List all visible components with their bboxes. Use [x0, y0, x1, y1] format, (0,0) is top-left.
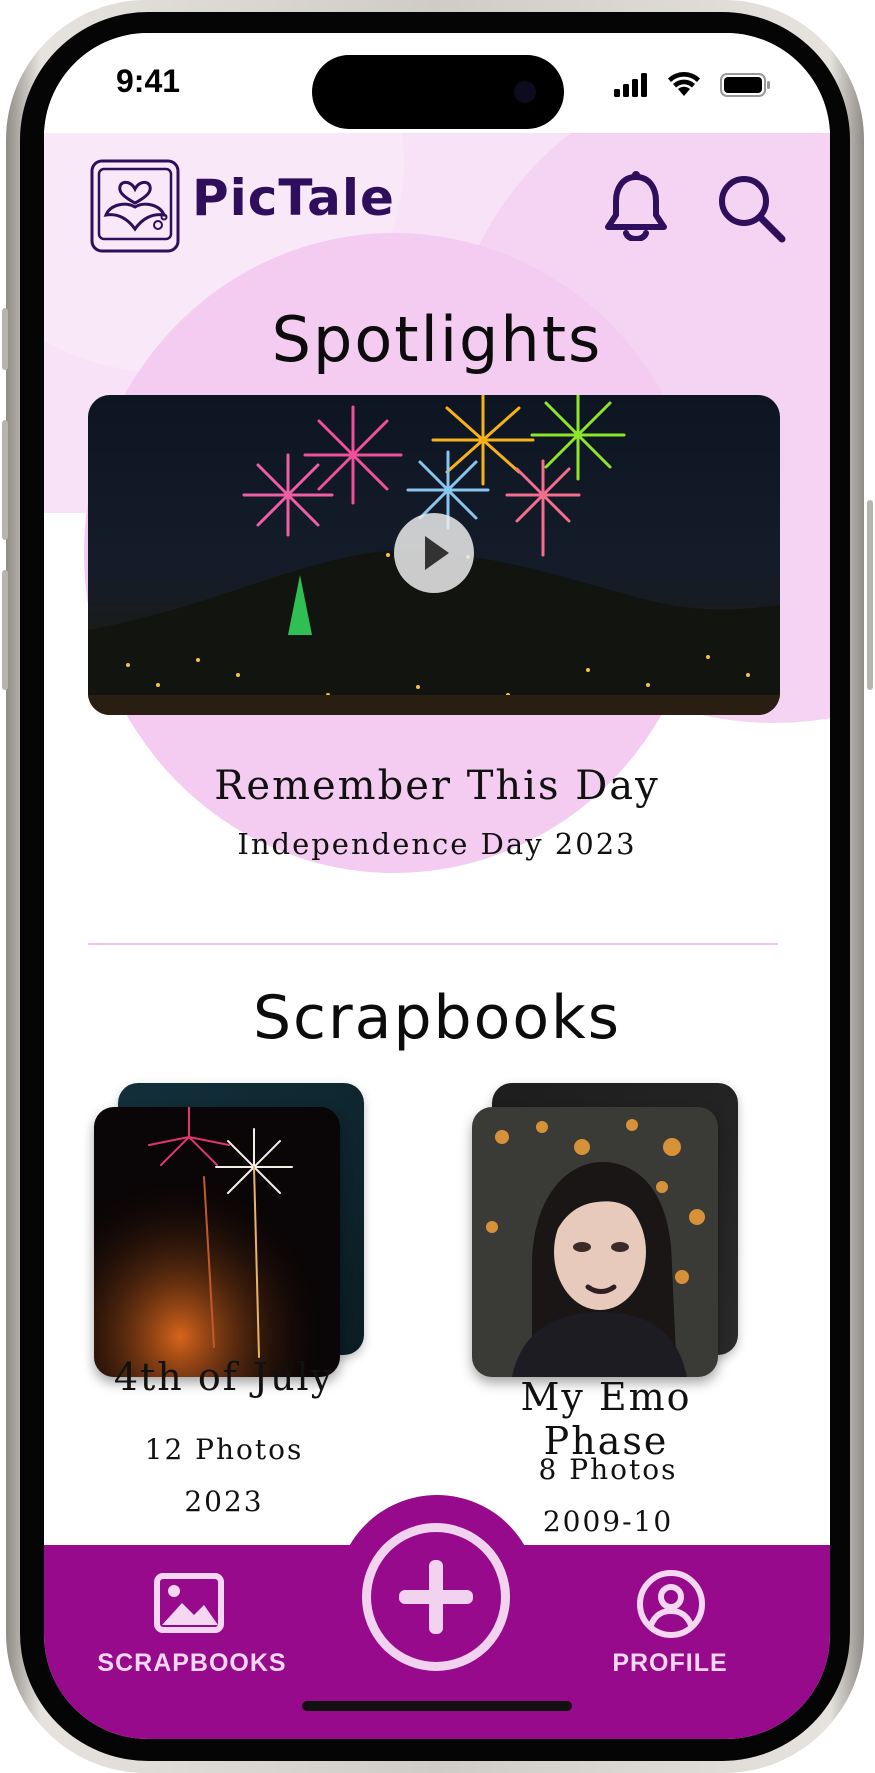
cellular-signal-icon — [614, 73, 647, 97]
scrapbook-year: 2023 — [184, 1485, 264, 1518]
add-icon[interactable] — [362, 1523, 510, 1671]
status-bar: 9:41 — [44, 33, 830, 133]
nav-scrapbooks-label[interactable]: SCRAPBOOKS — [82, 1649, 302, 1678]
scroll-content[interactable]: PicTale Spotlights Remember This Day Ind… — [44, 133, 830, 1543]
dynamic-island — [312, 55, 564, 129]
scrapbook-title: 4th of July — [113, 1355, 335, 1399]
power-button — [867, 500, 873, 690]
nav-profile-label[interactable]: PROFILE — [560, 1649, 780, 1678]
home-indicator[interactable] — [302, 1701, 572, 1711]
play-icon[interactable] — [394, 513, 474, 593]
scrapbooks-heading: Scrapbooks — [252, 983, 622, 1053]
scrapbook-card[interactable]: 4th of July — [94, 1083, 364, 1399]
gallery-icon[interactable] — [154, 1573, 224, 1633]
battery-icon — [720, 73, 770, 97]
scrapbook-photo-count: 8 Photos — [538, 1453, 678, 1486]
section-divider — [88, 943, 778, 945]
action-button — [2, 308, 8, 370]
spotlights-heading: Spotlights — [271, 303, 603, 376]
scrapbook-title: My Emo Phase — [520, 1375, 692, 1463]
scrapbook-card[interactable]: My Emo Phase — [472, 1083, 742, 1463]
spotlight-subtitle: Independence Day 2023 — [237, 827, 637, 861]
bell-icon[interactable] — [604, 171, 668, 241]
profile-icon[interactable] — [636, 1569, 706, 1639]
app-brand: PicTale — [192, 169, 395, 227]
spotlight-title: Remember This Day — [214, 763, 660, 809]
app-screen: 9:41 PicTale Spotlights Remember This Da… — [44, 33, 830, 1739]
spotlight-video-card[interactable] — [88, 395, 780, 715]
logo-icon — [90, 159, 180, 253]
wifi-icon — [668, 72, 700, 96]
scrapbook-cover-photo — [472, 1107, 718, 1377]
volume-down-button — [2, 570, 8, 690]
scrapbook-photo-count: 12 Photos — [144, 1433, 304, 1466]
status-time: 9:41 — [116, 63, 181, 99]
scrapbook-cover-photo — [94, 1107, 340, 1377]
camera-icon — [514, 81, 536, 103]
volume-up-button — [2, 420, 8, 540]
search-icon[interactable] — [716, 173, 786, 243]
